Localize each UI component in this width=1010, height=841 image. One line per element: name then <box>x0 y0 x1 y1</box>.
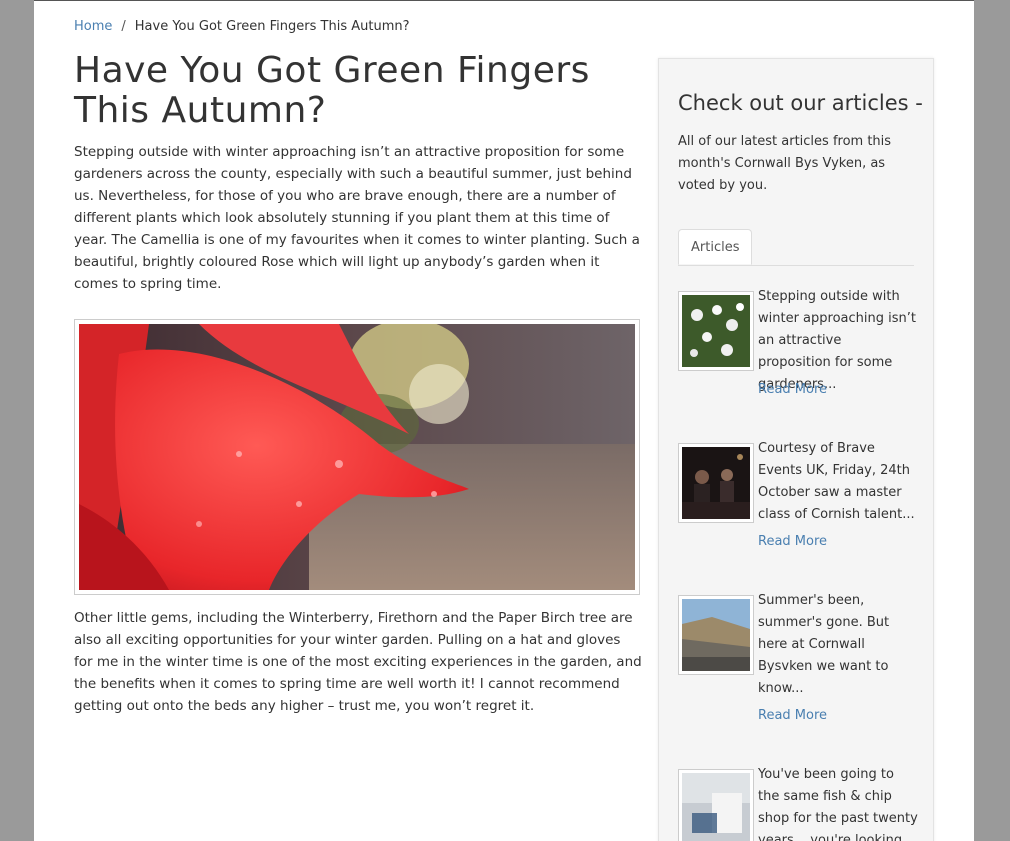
article-thumbnail[interactable] <box>678 443 754 523</box>
article-excerpt: You've been going to the same fish & chi… <box>758 767 918 841</box>
sidebar-description: All of our latest articles from this mon… <box>678 134 892 193</box>
breadcrumb: Home / Have You Got Green Fingers This Aut… <box>74 19 410 34</box>
read-more-link[interactable]: Read More <box>758 708 827 723</box>
article-thumbnail[interactable] <box>678 291 754 371</box>
breadcrumb-home-link[interactable]: Home <box>74 19 112 34</box>
article-thumbnail[interactable] <box>678 595 754 675</box>
article-excerpt: Stepping outside with winter approaching… <box>758 289 916 392</box>
breadcrumb-current: Have You Got Green Fingers This Autumn? <box>134 19 410 34</box>
article-main: Have You Got Green Fingers This Autumn? … <box>74 51 642 717</box>
article-excerpt: Summer's been, summer's gone. But here a… <box>758 593 890 696</box>
sidebar: Check out our articles - All of our late… <box>658 58 934 841</box>
article-title: Have You Got Green Fingers This Autumn? <box>74 50 590 131</box>
article-paragraph-1: Stepping outside with winter approaching… <box>74 144 640 292</box>
red-flower-photo <box>79 324 635 590</box>
article-image <box>74 319 640 595</box>
page-container: Home / Have You Got Green Fingers This Aut… <box>34 0 974 841</box>
sidebar-tabs: Articles <box>678 229 914 266</box>
read-more-link[interactable]: Read More <box>758 382 827 397</box>
sidebar-title: Check out our articles - <box>678 91 923 115</box>
breadcrumb-separator: / <box>121 19 126 34</box>
article-excerpt: Courtesy of Brave Events UK, Friday, 24t… <box>758 441 915 522</box>
article-thumbnail[interactable] <box>678 769 754 841</box>
tab-articles[interactable]: Articles <box>678 229 753 265</box>
article-paragraph-2: Other little gems, including the Winterb… <box>74 610 642 714</box>
read-more-link[interactable]: Read More <box>758 534 827 549</box>
